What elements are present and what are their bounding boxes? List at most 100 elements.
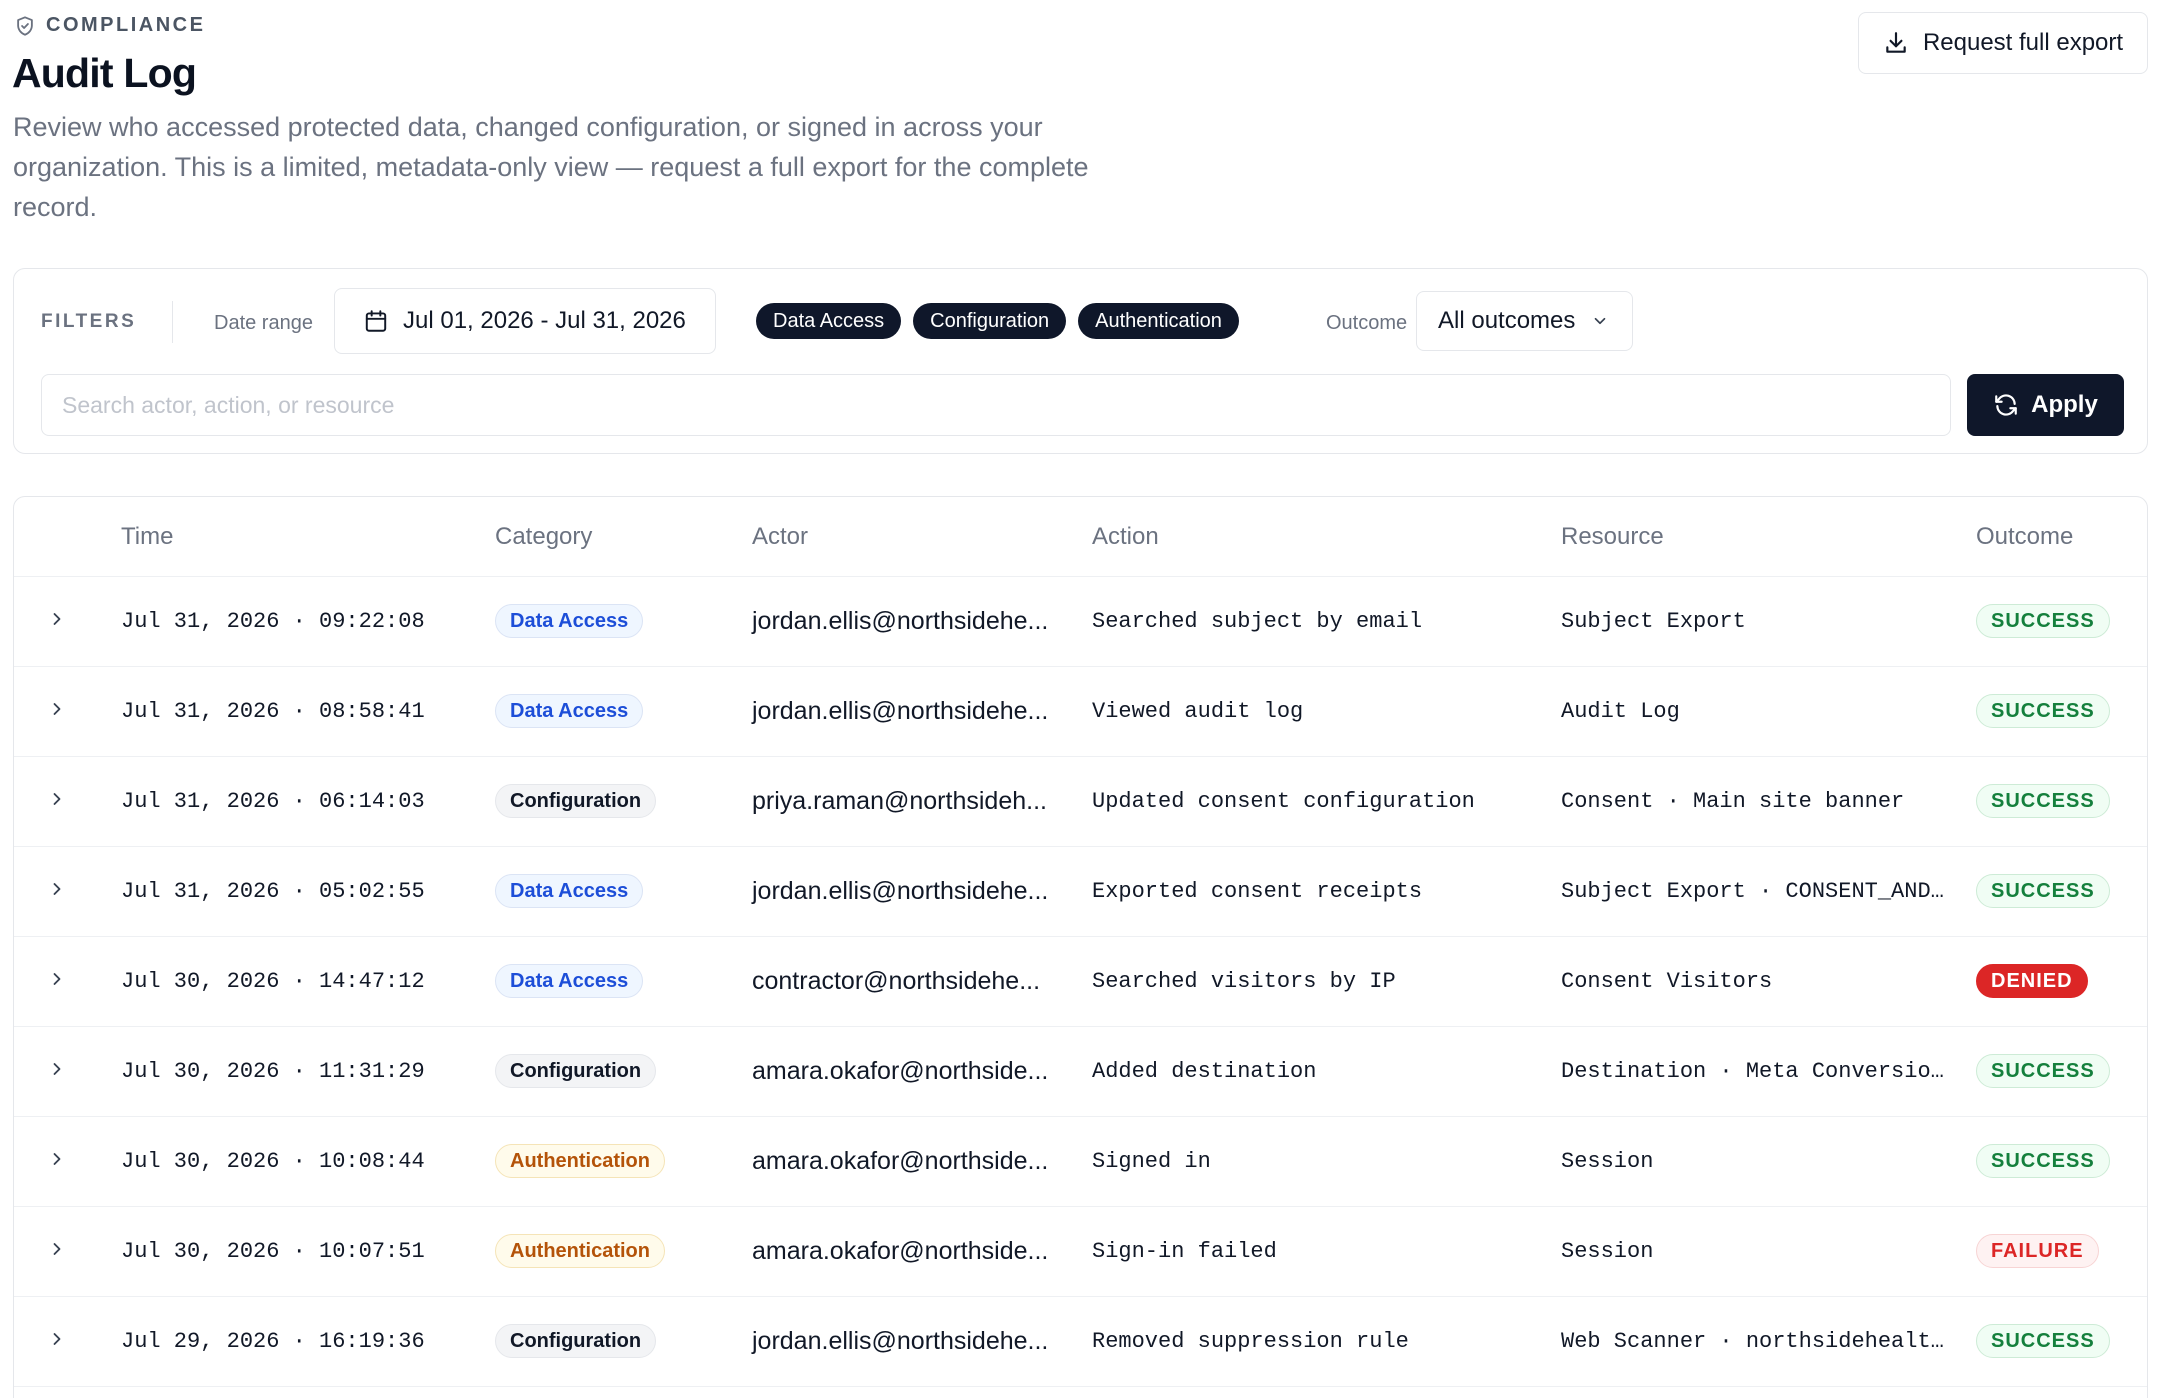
category-chips: Data Access Configuration Authentication bbox=[756, 303, 1239, 339]
row-actor: jordan.ellis@northsidehe... bbox=[752, 607, 1049, 635]
column-header-time[interactable]: Time bbox=[121, 523, 173, 551]
chip-configuration[interactable]: Configuration bbox=[913, 303, 1067, 339]
category-badge: Data Access bbox=[495, 604, 644, 638]
outcome-badge: SUCCESS bbox=[1976, 784, 2110, 818]
row-resource: Subject Export · CONSENT_AND… bbox=[1561, 879, 1944, 904]
row-actor: jordan.ellis@northsidehe... bbox=[752, 1327, 1049, 1355]
calendar-icon bbox=[365, 310, 387, 332]
outcome-select[interactable]: All outcomes bbox=[1416, 291, 1633, 351]
table-row[interactable]: Jul 31, 2026 · 05:02:55 Data Access jord… bbox=[14, 847, 2147, 937]
table-row[interactable]: Jul 30, 2026 · 10:08:44 Authentication a… bbox=[14, 1117, 2147, 1207]
outcome-badge: SUCCESS bbox=[1976, 694, 2110, 728]
outcome-badge: FAILURE bbox=[1976, 1234, 2099, 1268]
row-action: Signed in bbox=[1092, 1149, 1211, 1174]
category-badge: Configuration bbox=[495, 1324, 657, 1358]
chevron-right-icon[interactable] bbox=[47, 699, 67, 719]
row-action: Searched visitors by IP bbox=[1092, 969, 1396, 994]
date-range-value: Jul 01, 2026 - Jul 31, 2026 bbox=[403, 307, 686, 334]
audit-table: Time Category Actor Action Resource Outc… bbox=[13, 496, 2148, 1398]
chevron-right-icon[interactable] bbox=[47, 1329, 67, 1349]
row-resource: Destination · Meta Conversio… bbox=[1561, 1059, 1944, 1084]
row-resource: Consent · Main site banner bbox=[1561, 789, 1905, 814]
row-time: Jul 30, 2026 · 14:47:12 bbox=[121, 969, 425, 994]
column-header-resource[interactable]: Resource bbox=[1561, 523, 1664, 551]
page-description: Review who accessed protected data, chan… bbox=[13, 112, 1089, 222]
chevron-down-icon bbox=[1595, 317, 1606, 325]
row-time: Jul 30, 2026 · 11:31:29 bbox=[121, 1059, 425, 1084]
column-header-category[interactable]: Category bbox=[495, 523, 592, 551]
chip-authentication[interactable]: Authentication bbox=[1078, 303, 1239, 339]
column-header-outcome[interactable]: Outcome bbox=[1976, 523, 2073, 551]
table-header: Time Category Actor Action Resource Outc… bbox=[14, 497, 2147, 577]
row-action: Viewed audit log bbox=[1092, 699, 1304, 724]
row-resource: Subject Export bbox=[1561, 609, 1746, 634]
row-action: Searched subject by email bbox=[1092, 609, 1423, 634]
refresh-icon bbox=[1995, 394, 2017, 416]
row-action: Exported consent receipts bbox=[1092, 879, 1423, 904]
row-time: Jul 30, 2026 · 10:07:51 bbox=[121, 1239, 425, 1264]
filters-label: FILTERS bbox=[41, 311, 137, 332]
search-input[interactable] bbox=[41, 374, 1951, 436]
row-time: Jul 29, 2026 · 16:19:36 bbox=[121, 1329, 425, 1354]
table-row[interactable]: Jul 31, 2026 · 09:22:08 Data Access jord… bbox=[14, 577, 2147, 667]
row-action: Removed suppression rule bbox=[1092, 1329, 1409, 1354]
chevron-right-icon[interactable] bbox=[47, 879, 67, 899]
row-resource: Web Scanner · northsidehealt… bbox=[1561, 1329, 1944, 1354]
request-export-label: Request full export bbox=[1922, 29, 2124, 56]
row-time: Jul 31, 2026 · 08:58:41 bbox=[121, 699, 425, 724]
column-header-actor[interactable]: Actor bbox=[752, 523, 808, 551]
column-header-action[interactable]: Action bbox=[1092, 523, 1159, 551]
outcome-badge: DENIED bbox=[1976, 964, 2088, 998]
row-action: Sign-in failed bbox=[1092, 1239, 1277, 1264]
outcome-label: Outcome bbox=[1326, 312, 1408, 334]
request-export-button[interactable]: Request full export bbox=[1858, 12, 2148, 74]
category-badge: Configuration bbox=[495, 784, 657, 818]
page-title: Audit Log bbox=[12, 50, 197, 96]
filters-divider bbox=[172, 301, 173, 343]
table-row[interactable]: Jul 30, 2026 · 10:07:51 Authentication a… bbox=[14, 1207, 2147, 1297]
chevron-right-icon[interactable] bbox=[47, 969, 67, 989]
row-actor: jordan.ellis@northsidehe... bbox=[752, 697, 1049, 725]
table-row[interactable]: Jul 30, 2026 · 11:31:29 Configuration am… bbox=[14, 1027, 2147, 1117]
eyebrow-label: COMPLIANCE bbox=[46, 14, 206, 36]
table-row[interactable]: Jul 29, 2026 · 16:19:36 Configuration jo… bbox=[14, 1297, 2147, 1387]
row-actor: priya.raman@northsideh... bbox=[752, 787, 1047, 815]
row-resource: Session bbox=[1561, 1149, 1654, 1174]
row-actor: contractor@northsidehe... bbox=[752, 967, 1041, 995]
chevron-right-icon[interactable] bbox=[47, 1239, 67, 1259]
chevron-right-icon[interactable] bbox=[47, 609, 67, 629]
table-row[interactable]: Jul 31, 2026 · 08:58:41 Data Access jord… bbox=[14, 667, 2147, 757]
row-resource: Audit Log bbox=[1561, 699, 1680, 724]
download-icon bbox=[1886, 32, 1906, 53]
category-badge: Data Access bbox=[495, 964, 644, 998]
section-eyebrow: COMPLIANCE bbox=[14, 14, 205, 37]
apply-label: Apply bbox=[2031, 391, 2098, 418]
row-time: Jul 31, 2026 · 05:02:55 bbox=[121, 879, 425, 904]
table-row[interactable]: Jul 30, 2026 · 14:47:12 Data Access cont… bbox=[14, 937, 2147, 1027]
outcome-badge: SUCCESS bbox=[1976, 604, 2110, 638]
apply-button[interactable]: Apply bbox=[1967, 374, 2124, 436]
category-badge: Data Access bbox=[495, 694, 644, 728]
row-time: Jul 31, 2026 · 06:14:03 bbox=[121, 789, 425, 814]
chip-data-access[interactable]: Data Access bbox=[756, 303, 902, 339]
table-row[interactable]: Jul 31, 2026 · 06:14:03 Configuration pr… bbox=[14, 757, 2147, 847]
category-badge: Configuration bbox=[495, 1054, 657, 1088]
row-actor: jordan.ellis@northsidehe... bbox=[752, 877, 1049, 905]
chevron-right-icon[interactable] bbox=[47, 789, 67, 809]
outcome-badge: SUCCESS bbox=[1976, 1054, 2110, 1088]
outcome-select-value: All outcomes bbox=[1438, 307, 1576, 334]
chevron-right-icon[interactable] bbox=[47, 1149, 67, 1169]
category-badge: Authentication bbox=[495, 1144, 665, 1178]
row-action: Updated consent configuration bbox=[1092, 789, 1475, 814]
outcome-badge: SUCCESS bbox=[1976, 874, 2110, 908]
chevron-right-icon[interactable] bbox=[47, 1059, 67, 1079]
outcome-badge: SUCCESS bbox=[1976, 1144, 2110, 1178]
date-range-picker[interactable]: Jul 01, 2026 - Jul 31, 2026 bbox=[334, 288, 716, 354]
row-actor: amara.okafor@northside... bbox=[752, 1057, 1049, 1085]
date-range-label: Date range bbox=[214, 312, 313, 334]
row-actor: amara.okafor@northside... bbox=[752, 1147, 1049, 1175]
shield-check-icon bbox=[17, 15, 33, 36]
row-action: Added destination bbox=[1092, 1059, 1317, 1084]
row-time: Jul 31, 2026 · 09:22:08 bbox=[121, 609, 425, 634]
row-resource: Session bbox=[1561, 1239, 1654, 1264]
